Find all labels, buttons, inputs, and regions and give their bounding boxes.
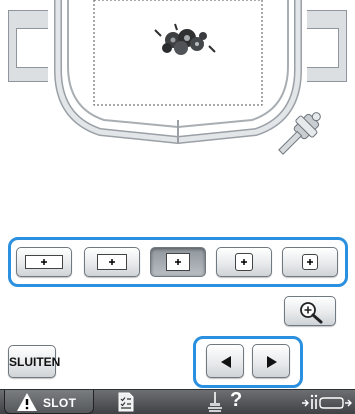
arrow-left-icon	[221, 356, 231, 368]
hoop-size-5-icon	[302, 254, 318, 270]
hoop-size-1-icon	[25, 255, 63, 269]
hoop-size-button-1[interactable]	[16, 247, 72, 277]
previous-button[interactable]	[206, 344, 244, 378]
machine-settings-tab[interactable]	[300, 390, 355, 414]
checklist-icon	[118, 392, 134, 412]
embroidery-hoop	[54, 0, 321, 155]
crosshair-icon	[241, 259, 247, 265]
checklist-tab[interactable]	[108, 390, 144, 414]
hoop-size-button-5[interactable]	[282, 247, 338, 277]
crosshair-icon	[175, 259, 181, 265]
hoop-size-button-2[interactable]	[84, 247, 140, 277]
zoom-in-icon	[300, 302, 323, 324]
slot-label: SLOT	[43, 396, 77, 410]
embroidery-edit-screen: SLUITEN SLOT ?	[0, 0, 355, 414]
thread-help-icon	[208, 392, 222, 412]
close-button-label: SLUITEN	[9, 354, 61, 369]
hoop-size-button-3[interactable]	[150, 247, 206, 277]
slot-tab[interactable]: SLOT	[4, 390, 94, 414]
next-button[interactable]	[252, 344, 290, 378]
close-button[interactable]: SLUITEN	[8, 345, 61, 378]
hoop-size-3-icon	[166, 253, 190, 271]
warning-icon	[17, 393, 37, 411]
crosshair-icon	[41, 259, 47, 265]
hoop-preview	[0, 0, 355, 230]
thread-help-tab[interactable]: ?	[200, 389, 256, 414]
help-question-mark: ?	[230, 389, 243, 411]
hoop-size-2-icon	[97, 254, 127, 270]
arrow-right-icon	[267, 356, 277, 368]
hoop-size-4-icon	[235, 253, 253, 271]
machine-settings-icon	[302, 394, 352, 409]
crosshair-icon	[307, 259, 313, 265]
crosshair-icon	[109, 259, 115, 265]
bottom-bar: SLOT ?	[0, 389, 355, 414]
hoop-size-button-4[interactable]	[216, 247, 272, 277]
zoom-button[interactable]	[284, 296, 336, 326]
